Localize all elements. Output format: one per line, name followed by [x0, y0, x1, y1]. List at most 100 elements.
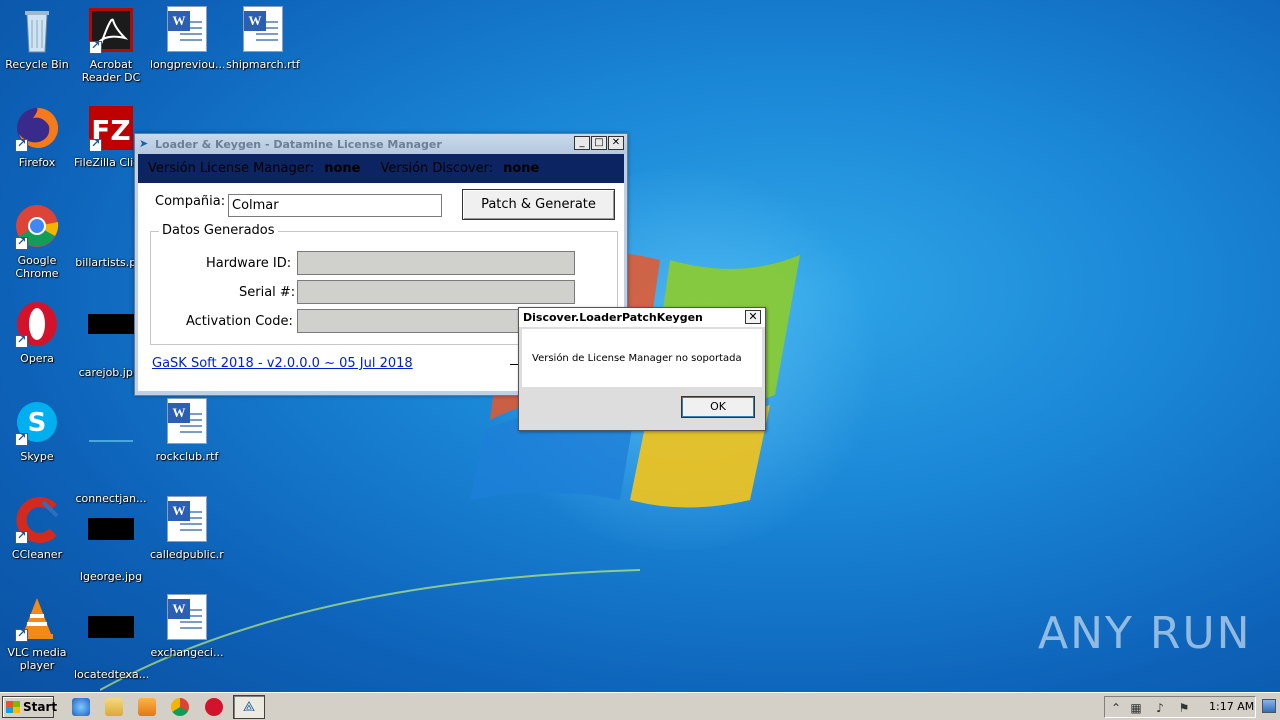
clock[interactable]: 1:17 AM	[1209, 700, 1254, 713]
svg-text:S: S	[28, 408, 47, 438]
ccleaner-icon	[13, 496, 61, 544]
keygen-taskbar-button[interactable]: ⟁	[233, 695, 265, 719]
action-center-flag-icon[interactable]: ⚑	[1177, 701, 1191, 715]
minimize-button[interactable]: _	[574, 136, 590, 150]
internet-explorer-icon[interactable]	[72, 698, 90, 716]
desktop-icon-label: Skype	[20, 450, 54, 463]
desktop-icon-label: longpreviou...	[150, 58, 224, 71]
folder-icon[interactable]	[105, 698, 123, 716]
company-label: Compañia:	[155, 194, 226, 209]
desktop-icon-label: VLC media player	[7, 646, 67, 672]
volume-icon[interactable]: ♪	[1153, 701, 1167, 715]
desktop-icon-ccleaner[interactable]: CCleaner	[0, 496, 74, 561]
start-label: Start	[23, 700, 58, 714]
desktop-icon-label: rockclub.rtf	[155, 450, 219, 463]
dialog-close-button[interactable]: ✕	[745, 310, 761, 324]
desktop-icon-firefox[interactable]: Firefox	[0, 104, 74, 169]
shortcut-arrow-icon	[15, 137, 28, 152]
file-icon	[87, 440, 135, 488]
word-document-icon: W	[163, 496, 211, 544]
show-desktop-icon[interactable]	[1262, 699, 1276, 713]
desktop-icon-skype[interactable]: S Skype	[0, 398, 74, 463]
taskbar: Start ⟁ ⌃ ▦ ♪ ⚑ 1:17 AM	[0, 692, 1280, 720]
image-file-icon	[87, 616, 135, 664]
window-titlebar[interactable]: ➤ Loader & Keygen - Datamine License Man…	[135, 134, 627, 154]
shortcut-arrow-icon	[15, 431, 28, 446]
media-player-icon[interactable]	[138, 698, 156, 716]
maximize-button[interactable]: □	[591, 136, 607, 150]
discover-version-label: Versión Discover:	[380, 161, 494, 176]
group-title: Datos Generados	[159, 223, 278, 238]
desktop-icon-locatedtexa[interactable]: locatedtexa...	[74, 594, 148, 681]
shortcut-arrow-icon	[15, 529, 28, 544]
start-button[interactable]: Start	[2, 696, 58, 718]
watermark-text: ANY RUN	[1038, 608, 1252, 659]
chrome-icon[interactable]	[171, 698, 189, 716]
desktop-icon-shipmarch[interactable]: W shipmarch.rtf	[226, 6, 300, 71]
desktop-icon-label: lgeorge.jpg	[79, 570, 143, 583]
opera-icon	[13, 300, 61, 348]
system-tray: ⌃ ▦ ♪ ⚑ 1:17 AM	[1104, 696, 1256, 718]
desktop-icon-opera[interactable]: Opera	[0, 300, 74, 365]
opera-icon[interactable]	[205, 698, 223, 716]
shortcut-arrow-icon	[15, 333, 28, 348]
tray-expand-icon[interactable]: ⌃	[1109, 701, 1123, 715]
word-document-icon: W	[163, 6, 211, 54]
desktop-icon-rockclub[interactable]: W rockclub.rtf	[150, 398, 224, 463]
desktop-icon-label: Opera	[20, 352, 54, 365]
hardware-id-label: Hardware ID:	[206, 256, 292, 271]
ok-button[interactable]: OK	[681, 396, 755, 418]
desktop-icon-label: calledpublic.rtf	[150, 548, 224, 561]
window-title: Loader & Keygen - Datamine License Manag…	[155, 137, 442, 151]
serial-label: Serial #:	[239, 285, 296, 300]
dialog-body: Versión de License Manager no soportada	[522, 329, 762, 387]
desktop-icon-label: exchangeci...	[150, 646, 224, 659]
vlc-icon	[13, 594, 61, 642]
network-icon[interactable]: ▦	[1129, 701, 1143, 715]
file-icon	[87, 202, 135, 250]
desktop-icon-exchangeci[interactable]: W exchangeci...	[150, 594, 224, 659]
skype-icon: S	[13, 398, 61, 446]
desktop-icon-vlc[interactable]: VLC media player	[0, 594, 74, 672]
dialog-message: Versión de License Manager no soportada	[532, 353, 742, 364]
desktop-icon-label: Recycle Bin	[5, 58, 69, 71]
version-info-bar: Versión License Manager: none Versión Di…	[138, 154, 624, 183]
serial-field[interactable]	[297, 280, 575, 304]
desktop-icon-calledpublic[interactable]: W calledpublic.rtf	[150, 496, 224, 561]
desktop-icon-label: Firefox	[18, 156, 56, 169]
shortcut-arrow-icon	[15, 235, 28, 250]
windows-flag-icon	[6, 701, 20, 713]
app-icon: ➤	[139, 137, 149, 150]
hardware-id-field[interactable]	[297, 251, 575, 275]
desktop-icon-lgeorge[interactable]: lgeorge.jpg	[74, 496, 148, 583]
dialog-title: Discover.LoaderPatchKeygen	[519, 308, 765, 328]
desktop-icon-label: shipmarch.rtf	[226, 58, 300, 71]
shortcut-arrow-icon	[89, 39, 102, 54]
desktop-icon-chrome[interactable]: Google Chrome	[0, 202, 74, 280]
image-file-icon	[87, 314, 135, 362]
desktop-icon-longpreviou[interactable]: W longpreviou...	[150, 6, 224, 71]
acrobat-icon	[87, 6, 135, 54]
desktop-icon-connectjan[interactable]: connectjan...	[74, 398, 148, 505]
desktop-icon-label: locatedtexa...	[74, 668, 148, 681]
lm-version-value: none	[324, 161, 361, 176]
patch-generate-button[interactable]: Patch & Generate	[462, 189, 615, 220]
image-file-icon	[87, 518, 135, 566]
discover-version-value: none	[503, 161, 540, 176]
company-input[interactable]: Colmar	[228, 194, 442, 217]
window-controls: _ □ ✕	[574, 136, 624, 150]
desktop-icon-label: Google Chrome	[15, 254, 59, 280]
firefox-icon	[13, 104, 61, 152]
desktop-icon-label: CCleaner	[11, 548, 63, 561]
error-dialog[interactable]: Discover.LoaderPatchKeygen ✕ Versión de …	[518, 307, 766, 431]
close-button[interactable]: ✕	[608, 136, 624, 150]
chrome-icon	[13, 202, 61, 250]
word-document-icon: W	[163, 398, 211, 446]
anyrun-watermark: ANY RUN	[1038, 608, 1252, 659]
desktop-icon-acrobat[interactable]: Acrobat Reader DC	[74, 6, 148, 84]
desktop-icon-label: Acrobat Reader DC	[81, 58, 141, 84]
footer-link[interactable]: GaSK Soft 2018 - v2.0.0.0 ~ 05 Jul 2018	[152, 356, 413, 371]
lm-version-label: Versión License Manager:	[148, 161, 315, 176]
desktop-icon-recycle-bin[interactable]: Recycle Bin	[0, 6, 74, 71]
word-document-icon: W	[163, 594, 211, 642]
